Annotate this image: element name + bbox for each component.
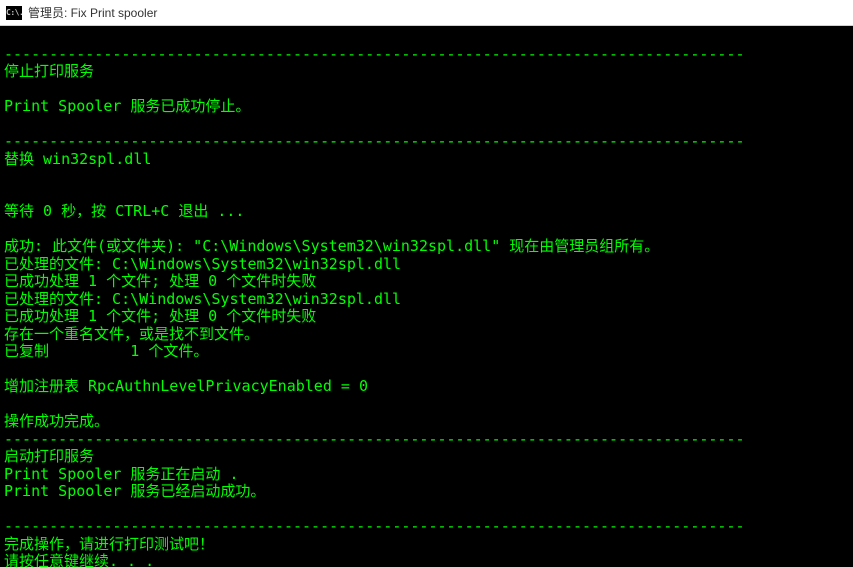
console-window: C:\. 管理员: Fix Print spooler ------------… (0, 0, 853, 567)
window-title: 管理员: Fix Print spooler (28, 4, 157, 21)
titlebar[interactable]: C:\. 管理员: Fix Print spooler (0, 0, 853, 26)
terminal-output[interactable]: ----------------------------------------… (0, 26, 853, 567)
cmd-icon: C:\. (6, 6, 22, 20)
